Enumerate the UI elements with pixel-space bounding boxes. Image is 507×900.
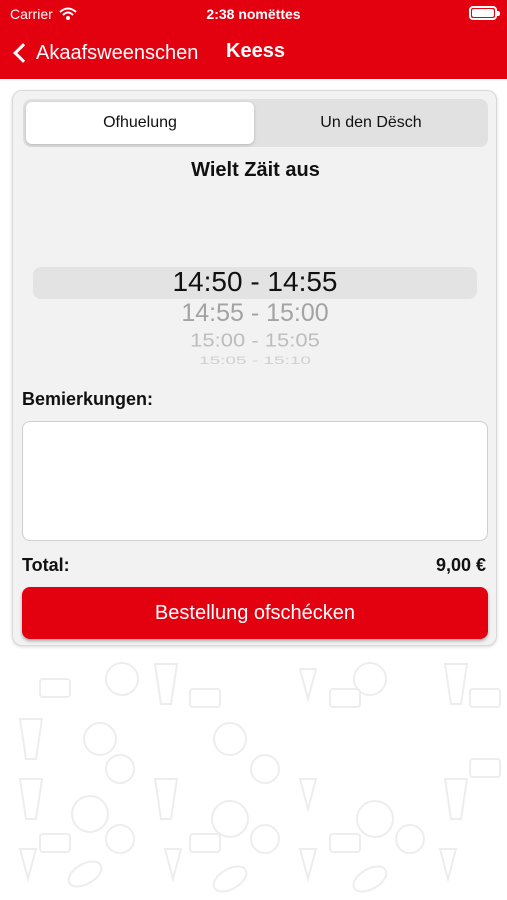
time-picker-title: Wielt Zäit aus: [191, 159, 320, 181]
total-value: 9,00 €: [435, 555, 486, 575]
picker-option-selected[interactable]: 14:50 - 14:55: [33, 266, 477, 298]
picker-option[interactable]: 14:55 - 15:00: [33, 299, 477, 328]
remarks-label: Bemierkungen:: [22, 389, 154, 409]
back-label: Akaafsweenschen: [36, 41, 199, 64]
navigation-bar: Akaafsweenschen Keess: [0, 28, 507, 79]
picker-option[interactable]: 15:05 - 15:10: [33, 354, 477, 366]
picker-option[interactable]: 15:00 - 15:05: [33, 330, 477, 351]
back-chevron-icon: [13, 43, 33, 63]
back-button[interactable]: Akaafsweenschen: [10, 38, 198, 68]
page-title: Keess: [226, 40, 285, 62]
order-type-segmented-control: Ofhuelung Un den Dësch: [23, 99, 488, 147]
header: Carrier 2:38 nomëttes Akaafsweenschen Ke…: [0, 0, 507, 79]
time-picker[interactable]: 14:50 - 14:55 14:55 - 15:00 15:00 - 15:0…: [33, 191, 477, 366]
segment-pickup[interactable]: Ofhuelung: [26, 102, 254, 144]
battery-icon: [469, 6, 500, 20]
checkout-button[interactable]: Bestellung ofschécken: [22, 587, 488, 639]
total-label: Total:: [22, 555, 70, 575]
remarks-textarea[interactable]: [22, 421, 488, 541]
status-bar: Carrier 2:38 nomëttes: [0, 0, 507, 28]
clock: 2:38 nomëttes: [206, 6, 301, 22]
segment-table[interactable]: Un den Dësch: [257, 102, 485, 144]
checkout-card: Ofhuelung Un den Dësch Wielt Zäit aus 14…: [12, 90, 497, 646]
